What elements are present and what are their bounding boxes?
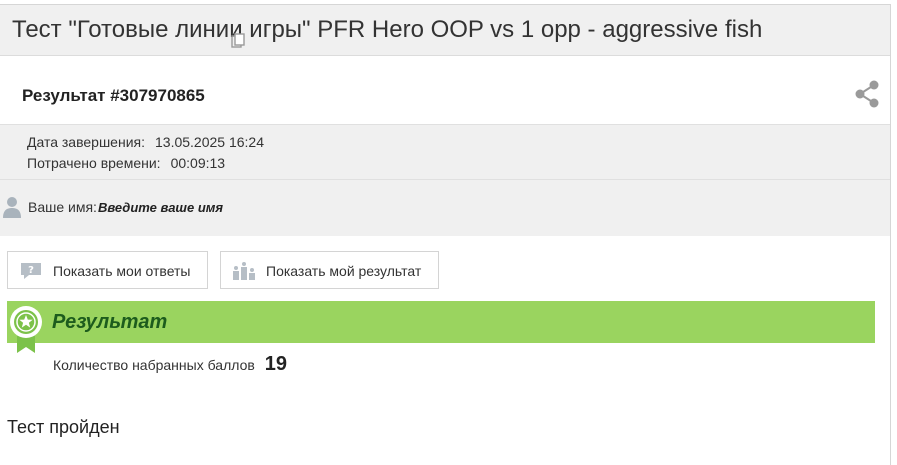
show-answers-label: Показать мои ответы	[53, 263, 191, 279]
result-meta: Дата завершения: 13.05.2025 16:24 Потраче…	[0, 125, 890, 180]
result-banner-title: Результат	[52, 311, 168, 333]
title-bar: Тест "Готовые линии игры" PFR Hero OOP v…	[0, 5, 890, 56]
copy-icon[interactable]	[231, 33, 245, 49]
question-bubble-icon: ?	[21, 263, 41, 279]
show-result-button[interactable]: Показать мой результат	[220, 251, 439, 289]
test-status: Тест пройден	[7, 417, 120, 437]
page-title: Тест "Готовые линии игры" PFR Hero OOP v…	[12, 16, 763, 43]
show-answers-button[interactable]: ? Показать мои ответы	[7, 251, 208, 289]
name-input[interactable]: Введите ваше имя	[98, 200, 223, 215]
svg-text:?: ?	[28, 265, 34, 276]
medal-icon	[10, 306, 42, 353]
score-label: Количество набранных баллов	[53, 357, 255, 373]
time-spent-label: Потрачено времени:	[27, 155, 161, 171]
score-row: Количество набранных баллов 19	[53, 353, 287, 376]
score-value: 19	[264, 353, 288, 375]
podium-icon	[233, 262, 255, 280]
completion-date-row: Дата завершения: 13.05.2025 16:24	[27, 134, 264, 150]
result-banner: Результат	[7, 301, 875, 343]
time-spent-value: 00:09:13	[170, 155, 226, 171]
completion-date-label: Дата завершения:	[27, 134, 145, 150]
result-header: Результат #307970865	[0, 56, 890, 125]
name-label: Ваше имя:	[28, 199, 97, 215]
result-title: Результат #307970865	[22, 86, 205, 105]
share-icon[interactable]	[854, 80, 880, 108]
show-result-label: Показать мой результат	[266, 263, 422, 279]
time-spent-row: Потрачено времени: 00:09:13	[27, 155, 225, 171]
name-row: Ваше имя: Введите ваше имя	[0, 180, 890, 236]
user-icon	[3, 197, 21, 218]
completion-date-value: 13.05.2025 16:24	[155, 134, 264, 150]
